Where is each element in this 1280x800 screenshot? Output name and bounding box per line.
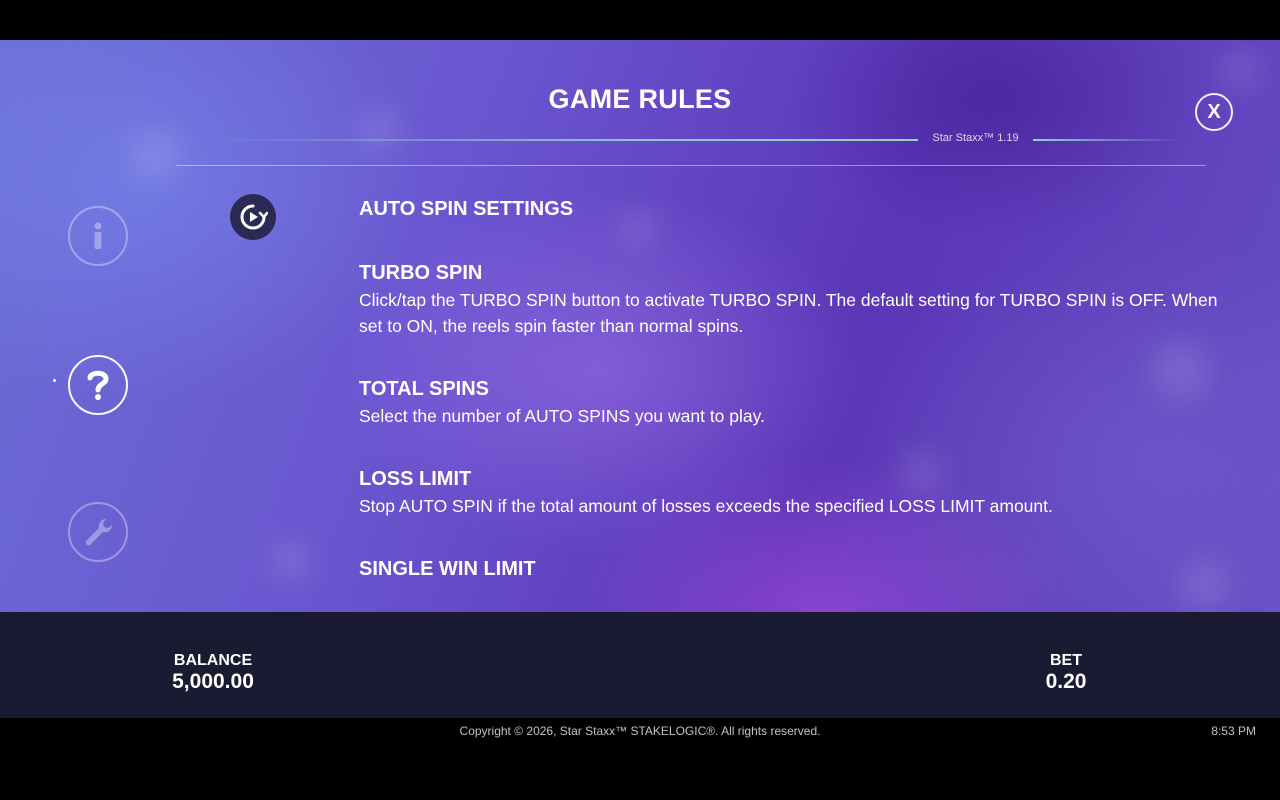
bet-display: BET 0.20 bbox=[996, 652, 1136, 694]
subsection-text: Select the number of AUTO SPINS you want… bbox=[359, 406, 765, 426]
game-rules-screen: GAME RULES Star Staxx™ 1.19 X AUTO SPIN … bbox=[0, 0, 1280, 800]
balance-display: BALANCE 5,000.00 bbox=[143, 652, 283, 694]
page-title: GAME RULES bbox=[548, 84, 732, 114]
status-bar: BALANCE 5,000.00 BET 0.20 bbox=[0, 612, 1280, 718]
copyright-text: Copyright © 2026, Star Staxx™ STAKELOGIC… bbox=[459, 724, 821, 738]
bet-label: BET bbox=[1050, 652, 1082, 669]
subsection-title: TURBO SPIN bbox=[359, 262, 483, 284]
title-decoration-line-right bbox=[1033, 139, 1183, 141]
nav-settings-button[interactable] bbox=[68, 502, 128, 562]
subsection-title: TOTAL SPINS bbox=[359, 378, 490, 400]
nav-help-button[interactable] bbox=[68, 355, 128, 415]
top-black-bar bbox=[0, 0, 1280, 40]
info-icon bbox=[94, 222, 102, 249]
autoplay-icon bbox=[230, 194, 276, 240]
game-version: Star Staxx™ 1.19 bbox=[932, 132, 1019, 144]
subsection-title: SINGLE WIN LIMIT bbox=[359, 558, 536, 580]
subsection-single-win-limit: SINGLE WIN LIMIT bbox=[359, 555, 1219, 583]
active-indicator-dot bbox=[53, 379, 56, 382]
wrench-icon bbox=[85, 518, 113, 546]
subsection-text: Stop AUTO SPIN if the total amount of lo… bbox=[359, 496, 1053, 516]
section-title: AUTO SPIN SETTINGS bbox=[359, 198, 574, 220]
balance-value: 5,000.00 bbox=[172, 670, 254, 693]
title-decoration-line-left bbox=[210, 139, 918, 141]
rules-panel[interactable]: GAME RULES Star Staxx™ 1.19 X AUTO SPIN … bbox=[0, 40, 1280, 612]
footer: Copyright © 2026, Star Staxx™ STAKELOGIC… bbox=[0, 718, 1280, 800]
subsection-title: LOSS LIMIT bbox=[359, 468, 472, 490]
clock: 8:53 PM bbox=[1211, 724, 1256, 738]
subsection-turbo-spin: TURBO SPIN Click/tap the TURBO SPIN butt… bbox=[359, 259, 1219, 339]
subsection-loss-limit: LOSS LIMIT Stop AUTO SPIN if the total a… bbox=[359, 465, 1219, 519]
close-button[interactable]: X bbox=[1195, 93, 1233, 131]
close-icon: X bbox=[1207, 100, 1221, 123]
question-icon bbox=[87, 370, 109, 400]
nav-info-button[interactable] bbox=[68, 206, 128, 266]
balance-label: BALANCE bbox=[173, 652, 253, 669]
bet-value: 0.20 bbox=[1045, 670, 1087, 693]
subsection-text: Click/tap the TURBO SPIN button to activ… bbox=[359, 290, 1218, 336]
header-divider bbox=[176, 165, 1206, 166]
subsection-total-spins: TOTAL SPINS Select the number of AUTO SP… bbox=[359, 375, 1219, 429]
